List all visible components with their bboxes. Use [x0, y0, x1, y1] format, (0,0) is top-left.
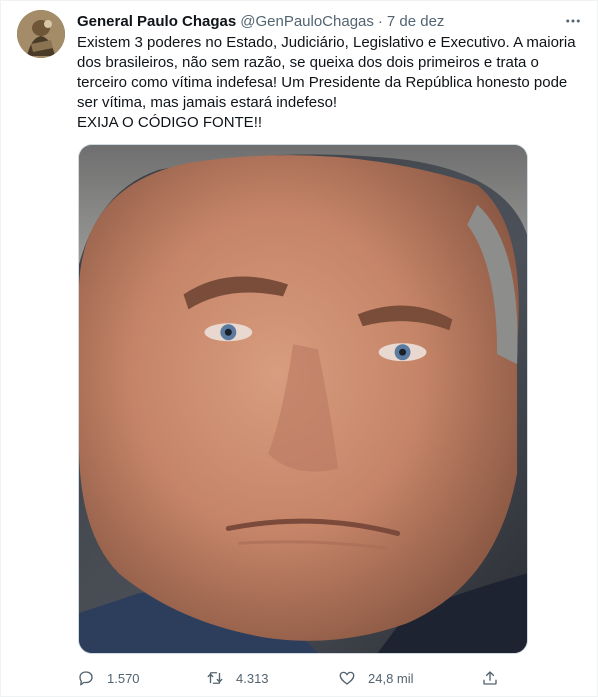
tweet-text-line: Existem 3 poderes no Estado, Judiciário,…: [77, 34, 576, 51]
avatar-image: [17, 10, 65, 58]
portrait-photo: [79, 145, 527, 653]
avatar[interactable]: [17, 10, 65, 58]
separator-dot: ·: [377, 12, 383, 30]
share-upload-icon: [483, 671, 497, 685]
more-options-button[interactable]: [563, 11, 583, 31]
author-display-name[interactable]: General Paulo Chagas: [77, 13, 236, 30]
reply-count: 1.570: [107, 670, 140, 686]
tweet-header: General Paulo Chagas @GenPauloChagas · 7…: [77, 11, 557, 31]
retweet-icon: [207, 672, 223, 684]
tweet-actions: 1.570 4.313 24,8 mil: [77, 667, 517, 689]
tweet-photo[interactable]: [78, 144, 528, 654]
tweet-card[interactable]: General Paulo Chagas @GenPauloChagas · 7…: [0, 0, 598, 697]
like-count: 24,8 mil: [368, 670, 414, 686]
retweet-count: 4.313: [236, 670, 269, 686]
like-button[interactable]: 24,8 mil: [338, 667, 414, 689]
author-handle[interactable]: @GenPauloChagas: [240, 13, 374, 30]
tweet-text: Existem 3 poderes no Estado, Judiciário,…: [77, 33, 577, 133]
reply-button[interactable]: 1.570: [77, 667, 140, 689]
more-dots-icon: [566, 19, 580, 23]
share-button[interactable]: [481, 667, 499, 689]
tweet-timestamp[interactable]: 7 de dez: [387, 13, 445, 30]
heart-icon: [339, 671, 355, 685]
tweet-text-line: EXIJA O CÓDIGO FONTE!!: [77, 114, 263, 131]
tweet-text-line: dos brasileiros, não sem razão, se queix…: [77, 54, 539, 71]
reply-bubble-icon: [79, 671, 93, 686]
tweet-text-line: terceiro como vítima indefesa! Um Presid…: [77, 74, 568, 91]
retweet-button[interactable]: 4.313: [206, 667, 269, 689]
tweet-text-line: ser vítima, mas jamais estará indefeso!: [77, 94, 338, 111]
